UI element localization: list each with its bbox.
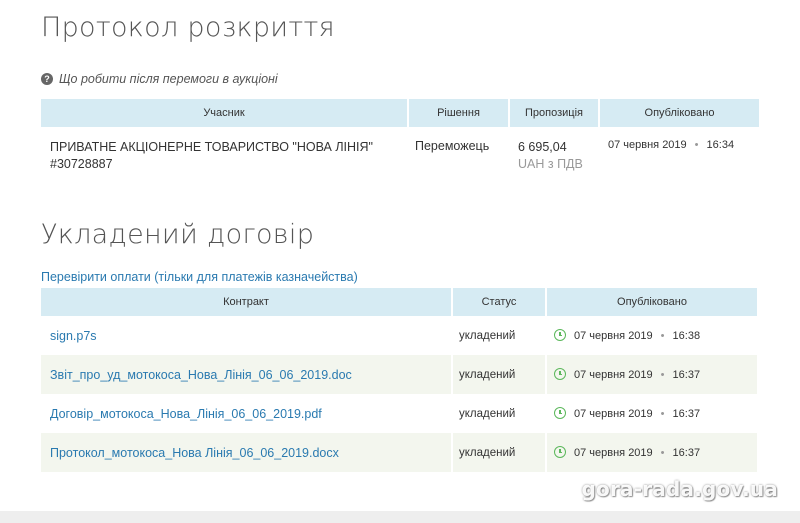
participant-name: ПРИВАТНЕ АКЦІОНЕРНЕ ТОВАРИСТВО "НОВА ЛІН…: [50, 140, 373, 154]
separator-dot: •: [660, 369, 665, 381]
participant-id: #30728887: [50, 157, 113, 171]
footer-band: [0, 511, 800, 523]
proposal-amount: 6 695,04: [518, 140, 567, 154]
proposal-currency: UAH з ПДВ: [518, 157, 583, 171]
published-date: 07 червня 2019: [608, 139, 687, 151]
contract-title: Укладений договір: [41, 219, 315, 250]
col-decision: Рішення: [409, 99, 508, 127]
separator-dot: •: [660, 447, 665, 459]
col-participant: Учасник: [41, 99, 407, 127]
contract-table: Контракт Статус Опубліковано sign.p7s ук…: [39, 288, 759, 472]
contract-file-link[interactable]: sign.p7s: [50, 329, 97, 343]
table-row: ПРИВАТНЕ АКЦІОНЕРНЕ ТОВАРИСТВО "НОВА ЛІН…: [41, 127, 759, 175]
published-cell: 07 червня 2019 • 16:34: [600, 127, 759, 175]
contract-date: 07 червня 2019: [574, 330, 653, 342]
contract-time: 16:37: [672, 408, 701, 420]
clock-icon: [554, 368, 566, 380]
help-link[interactable]: ? Що робити після перемоги в аукціоні: [41, 72, 278, 86]
published-time: 16:34: [706, 139, 735, 151]
disclosure-table: Учасник Рішення Пропозиція Опубліковано …: [39, 99, 761, 175]
col-contract: Контракт: [41, 288, 451, 316]
table-row: Договір_мотокоса_Нова_Лінія_06_06_2019.p…: [41, 394, 757, 433]
verify-payments-link[interactable]: Перевірити оплати (тільки для платежів к…: [41, 270, 358, 284]
proposal-cell: 6 695,04 UAH з ПДВ: [510, 127, 598, 175]
table-row: Протокол_мотокоса_Нова Лінія_06_06_2019.…: [41, 433, 757, 472]
decision-cell: Переможець: [415, 139, 490, 153]
watermark: gora-rada.gov.ua: [581, 477, 778, 501]
clock-icon: [554, 446, 566, 458]
disclosure-title: Протокол розкриття: [41, 12, 335, 43]
contract-published: 07 червня 2019 • 16:38: [547, 316, 757, 355]
contract-status: укладений: [453, 433, 545, 472]
contract-status: укладений: [459, 329, 516, 342]
contract-status: укладений: [459, 407, 516, 420]
contract-file-link[interactable]: Звіт_про_уд_мотокоса_Нова_Лінія_06_06_20…: [50, 368, 352, 382]
contract-date: 07 червня 2019: [574, 369, 653, 381]
separator-dot: •: [694, 139, 699, 151]
col-status: Статус: [453, 288, 545, 316]
contract-file-link[interactable]: Протокол_мотокоса_Нова Лінія_06_06_2019.…: [50, 446, 339, 460]
contract-time: 16:37: [672, 447, 701, 459]
help-text: Що робити після перемоги в аукціоні: [59, 72, 278, 86]
question-circle-icon: ?: [41, 73, 53, 85]
contract-published: 07 червня 2019 • 16:37: [547, 394, 757, 433]
contract-file-link[interactable]: Договір_мотокоса_Нова_Лінія_06_06_2019.p…: [50, 407, 322, 421]
participant-cell: ПРИВАТНЕ АКЦІОНЕРНЕ ТОВАРИСТВО "НОВА ЛІН…: [41, 127, 407, 175]
contract-date: 07 червня 2019: [574, 447, 653, 459]
col-published: Опубліковано: [600, 99, 759, 127]
separator-dot: •: [660, 408, 665, 420]
clock-icon: [554, 329, 566, 341]
contract-published: 07 червня 2019 • 16:37: [547, 433, 757, 472]
col-contract-published: Опубліковано: [547, 288, 757, 316]
contract-published: 07 червня 2019 • 16:37: [547, 355, 757, 394]
table-row: sign.p7s укладений 07 червня 2019 • 16:38: [41, 316, 757, 355]
col-proposal: Пропозиція: [510, 99, 598, 127]
contract-status: укладений: [453, 355, 545, 394]
separator-dot: •: [660, 330, 665, 342]
table-row: Звіт_про_уд_мотокоса_Нова_Лінія_06_06_20…: [41, 355, 757, 394]
contract-time: 16:38: [672, 330, 701, 342]
contract-date: 07 червня 2019: [574, 408, 653, 420]
clock-icon: [554, 407, 566, 419]
contract-time: 16:37: [672, 369, 701, 381]
